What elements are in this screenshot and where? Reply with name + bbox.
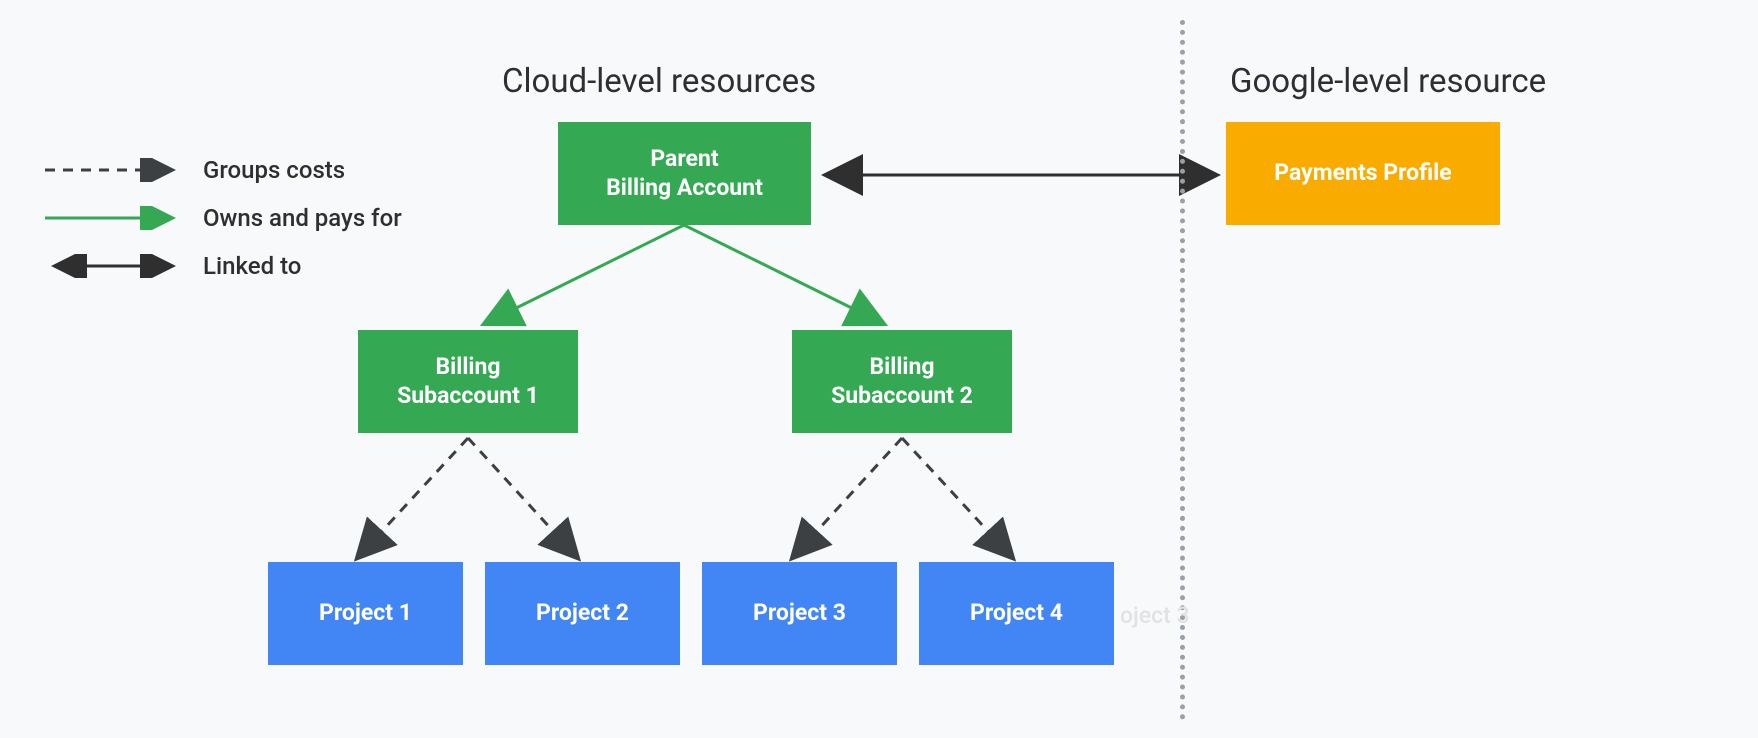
box-project-1-label: Project 1	[319, 599, 412, 628]
legend-line-dashed	[45, 158, 185, 182]
legend-line-solid-green	[45, 206, 185, 230]
box-parent-line2: Billing Account	[606, 174, 763, 203]
legend-label-groups: Groups costs	[203, 156, 345, 184]
box-sub2-line1: Billing	[831, 353, 973, 382]
ghost-text: oject 3	[1120, 602, 1190, 629]
box-project-3-label: Project 3	[753, 599, 846, 628]
legend-row-groups: Groups costs	[45, 155, 402, 185]
box-sub1-line1: Billing	[397, 353, 539, 382]
diagram-canvas: Cloud-level resources Google-level resou…	[0, 0, 1758, 738]
box-project-2-label: Project 2	[536, 599, 629, 628]
box-parent-line1: Parent	[606, 145, 763, 174]
box-billing-subaccount-1: Billing Subaccount 1	[358, 330, 578, 433]
legend-row-owns: Owns and pays for	[45, 203, 402, 233]
legend: Groups costs Owns and pays for	[45, 155, 402, 299]
title-google-level: Google-level resource	[1230, 62, 1546, 101]
legend-line-double-arrow	[45, 254, 185, 278]
box-payments-label: Payments Profile	[1274, 159, 1451, 188]
box-project-2: Project 2	[485, 562, 680, 665]
box-sub1-line2: Subaccount 1	[397, 382, 539, 411]
box-payments-profile: Payments Profile	[1226, 122, 1500, 225]
legend-row-linked: Linked to	[45, 251, 402, 281]
box-parent-billing-account: Parent Billing Account	[558, 122, 811, 225]
box-project-3: Project 3	[702, 562, 897, 665]
box-sub2-line2: Subaccount 2	[831, 382, 973, 411]
legend-label-owns: Owns and pays for	[203, 204, 402, 232]
box-billing-subaccount-2: Billing Subaccount 2	[792, 330, 1012, 433]
box-project-1: Project 1	[268, 562, 463, 665]
title-cloud-level: Cloud-level resources	[502, 62, 816, 101]
legend-label-linked: Linked to	[203, 252, 301, 280]
box-project-4-label: Project 4	[970, 599, 1063, 628]
box-project-4: Project 4	[919, 562, 1114, 665]
